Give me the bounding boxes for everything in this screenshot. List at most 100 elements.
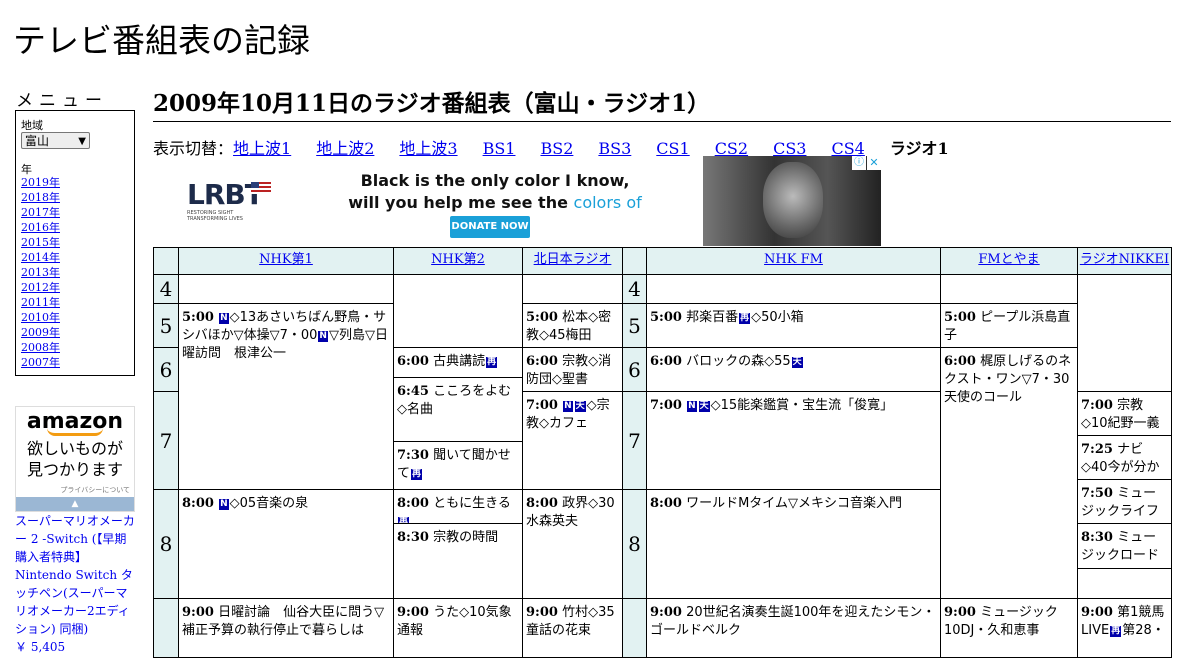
amazon-logo: amazon — [26, 409, 124, 434]
hour-cell: 8 — [153, 489, 179, 599]
program-cell[interactable]: 8:00 ワールドMタイム▽メキシコ音楽入門 — [646, 489, 941, 599]
region-select[interactable]: 富山 ▼ — [21, 132, 90, 149]
weather-badge-icon: 天 — [791, 357, 803, 368]
hour-cell: 7 — [622, 391, 647, 490]
year-link[interactable]: 2011年 — [21, 296, 60, 309]
weather-badge-icon: 天 — [574, 401, 586, 412]
program-cell[interactable]: 7:00 宗教◇10紀野一義再 — [1077, 391, 1172, 436]
channel-link[interactable]: 北日本ラジオ — [534, 252, 612, 267]
program-empty — [646, 274, 941, 304]
program-cell[interactable]: 7:00 N 天 ◇宗教◇カフェ — [522, 391, 623, 490]
corner-cell — [153, 247, 179, 275]
program-cell[interactable]: 8:30 ミュージックロード — [1077, 523, 1172, 569]
program-cell[interactable]: 7:50 ミュージックライフ — [1077, 479, 1172, 524]
amazon-privacy[interactable]: プライバシーについて — [60, 485, 130, 495]
ad-info-icon[interactable]: ⓘ — [852, 156, 866, 170]
year-link[interactable]: 2008年 — [21, 341, 60, 354]
menu-box: 地域 富山 ▼ 年 2019年 2018年 2017年 2016年 2015年 2… — [15, 110, 135, 376]
program-cell[interactable]: 9:00 20世紀名演奏生誕100年を迎えたシモン・ゴールドベルク — [646, 598, 941, 658]
rerun-badge-icon: 再 — [411, 469, 423, 480]
year-link[interactable]: 2014年 — [21, 251, 60, 264]
page-title: 2009年10月11日のラジオ番組表（富山・ラジオ1） — [153, 84, 1171, 122]
program-cell[interactable]: 6:00 梶原しげるのネクスト・ワン▽7・30天使のコール — [940, 347, 1078, 599]
program-empty — [522, 274, 623, 304]
program-cell[interactable]: 8:00 ともに生きる再 — [393, 489, 523, 524]
channel-link[interactable]: NHK第2 — [431, 252, 485, 267]
switch-current: ラジオ1 — [889, 139, 949, 158]
amazon-ad[interactable]: amazon 欲しいものが 見つかります プライバシーについて ▲ — [15, 406, 135, 512]
program-cell[interactable]: 5:00 N ◇13あさいちばん野鳥・サシバほか▽体操▽7・00 N ▽列島▽日曜訪問… — [178, 303, 394, 490]
channel-link[interactable]: NHK第1 — [259, 252, 313, 267]
program-cell[interactable]: 8:00 政界◇30水森英夫 — [522, 489, 623, 599]
program-empty — [1077, 568, 1172, 599]
program-cell[interactable]: 6:00 古典講読再 — [393, 347, 523, 378]
ad-line-1: Black is the only color I know, — [360, 171, 630, 190]
hour-cell: 4 — [622, 274, 647, 304]
product-title[interactable]: スーパーマリオメーカー 2 -Switch (【早期購入者特典】Nintendo… — [15, 512, 137, 638]
channel-header: NHK FM — [646, 247, 941, 275]
channel-header: FMとやま — [940, 247, 1078, 275]
n-badge-icon: N — [219, 499, 229, 510]
program-cell[interactable]: 9:00 ミュージック10DJ・久和恵事 — [940, 598, 1078, 658]
program-cell[interactable]: 5:00 松本◇密教◇45梅田 — [522, 303, 623, 348]
channel-header: 北日本ラジオ — [522, 247, 623, 275]
close-icon[interactable]: ✕ — [867, 156, 881, 170]
n-badge-icon: N — [563, 401, 573, 412]
year-link[interactable]: 2007年 — [21, 356, 60, 369]
ad-photo-face — [763, 162, 823, 238]
program-cell[interactable]: 8:00 N ◇05音楽の泉 — [178, 489, 394, 599]
program-empty — [940, 274, 1078, 304]
program-cell[interactable]: 7:30 聞いて聞かせて再 — [393, 441, 523, 490]
year-link[interactable]: 2012年 — [21, 281, 60, 294]
year-link[interactable]: 2015年 — [21, 236, 60, 249]
program-cell[interactable]: 5:00 ピープル浜島直子 — [940, 303, 1078, 348]
rerun-badge-icon: 再 — [739, 313, 751, 324]
ad-line-2a: will you help me see the — [348, 193, 574, 212]
program-cell[interactable]: 5:00 邦楽百番再 ◇50小箱 — [646, 303, 941, 348]
year-list: 2019年 2018年 2017年 2016年 2015年 2014年 2013… — [21, 175, 60, 370]
year-link[interactable]: 2017年 — [21, 206, 60, 219]
n-badge-icon: N — [219, 313, 229, 324]
channel-link[interactable]: NHK FM — [764, 252, 823, 267]
year-link[interactable]: 2010年 — [21, 311, 60, 324]
program-cell[interactable]: 7:25 ナビ◇40今が分かる — [1077, 435, 1172, 480]
n-badge-icon: N — [318, 331, 328, 342]
program-cell[interactable]: 6:00 バロックの森◇55 天 — [646, 347, 941, 392]
amazon-message-1: 欲しいものが — [26, 439, 123, 458]
flag-icon — [251, 182, 271, 194]
hour-cell: 5 — [622, 303, 647, 348]
menu-heading: メニュー — [16, 91, 108, 111]
channel-link[interactable]: FMとやま — [978, 252, 1039, 267]
rerun-badge-icon: 再 — [1110, 626, 1122, 637]
program-cell[interactable]: 6:45 こころをよむ◇名曲 — [393, 377, 523, 442]
program-cell[interactable]: 9:00 うた◇10気象通報 — [393, 598, 523, 658]
region-label: 地域 — [21, 119, 43, 132]
program-cell[interactable]: 8:30 宗教の時間 — [393, 523, 523, 599]
year-link[interactable]: 2019年 — [21, 176, 60, 189]
region-select-value: 富山 — [25, 134, 50, 148]
product-link[interactable]: スーパーマリオメーカー 2 -Switch (【早期購入者特典】Nintendo… — [15, 512, 137, 656]
donate-button[interactable]: DONATE NOW — [450, 216, 530, 238]
year-link[interactable]: 2013年 — [21, 266, 60, 279]
channel-link[interactable]: ラジオNIKKEI — [1080, 252, 1169, 267]
year-link[interactable]: 2018年 — [21, 191, 60, 204]
hour-cell: 5 — [153, 303, 179, 348]
program-cell[interactable]: 9:00 日曜討論 仙谷大臣に問う▽補正予算の執行停止で暮らしは — [178, 598, 394, 658]
hour-cell: 4 — [153, 274, 179, 304]
year-link[interactable]: 2009年 — [21, 326, 60, 339]
channel-header: NHK第2 — [393, 247, 523, 275]
program-cell[interactable]: 6:00 宗教◇消防団◇聖書 — [522, 347, 623, 392]
chevron-up-icon[interactable]: ▲ — [16, 497, 134, 511]
program-cell[interactable]: 9:00 第1競馬LIVE 再第28・ — [1077, 598, 1172, 658]
program-cell[interactable]: 7:00 N 天 ◇15能楽鑑賞・宝生流「俊寛」 — [646, 391, 941, 490]
rerun-badge-icon: 再 — [486, 357, 498, 368]
banner-ad[interactable]: LRBT RESTORING SIGHT TRANSFORMING LIVES … — [153, 156, 881, 246]
schedule-grid: NHK第1 NHK第2 北日本ラジオ NHK FM FMとやま ラジオNIKKE… — [153, 247, 1172, 658]
corner-cell — [622, 247, 647, 275]
program-cell[interactable]: 9:00 竹村◇35童話の花束 — [522, 598, 623, 658]
hour-cell — [153, 598, 179, 658]
hour-cell: 7 — [153, 391, 179, 490]
product-price: ￥ 5,405 — [15, 640, 66, 654]
year-link[interactable]: 2016年 — [21, 221, 60, 234]
chevron-down-icon: ▼ — [78, 136, 86, 147]
